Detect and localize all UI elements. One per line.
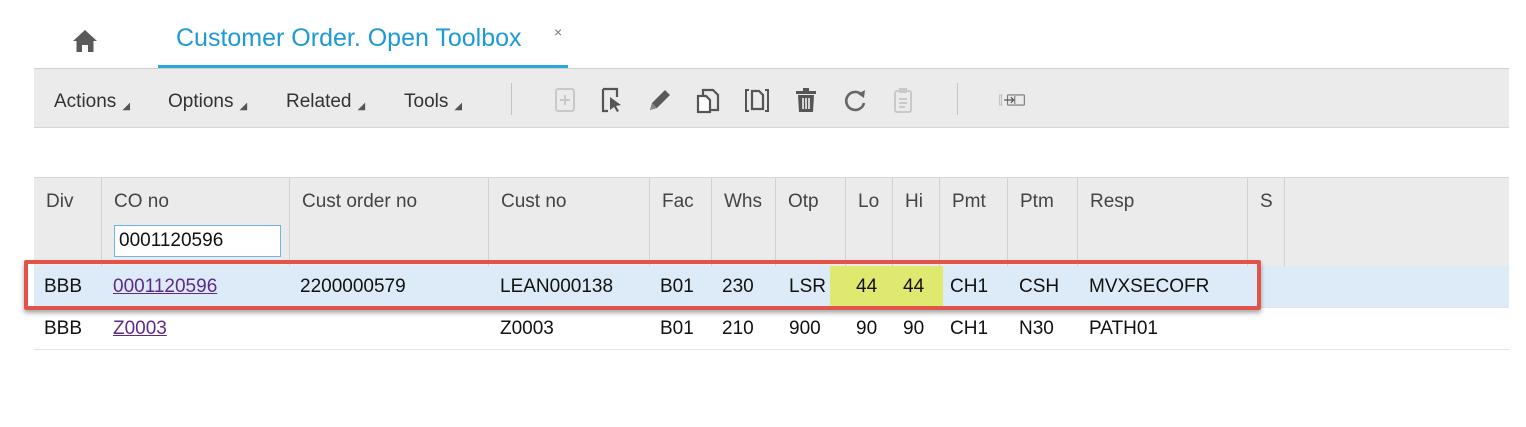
cell-whs: 210 (722, 318, 754, 339)
column-header-label: S (1260, 191, 1273, 212)
column-header-label: Div (46, 191, 74, 212)
cell-hi: 90 (903, 318, 925, 339)
tab-customer-order-open-toolbox[interactable]: Customer Order. Open Toolbox × (158, 0, 568, 68)
column-header-s[interactable]: S (1248, 178, 1285, 267)
caret-icon: ◢ (239, 101, 248, 112)
column-header-otp[interactable]: Otp (776, 178, 846, 267)
column-header-hi[interactable]: Hi (893, 178, 940, 267)
cell-resp: MVXSECOFR (1089, 276, 1210, 297)
cell-cust-order-no: 2200000579 (300, 276, 406, 297)
options-menu[interactable]: Options ◢ (168, 91, 247, 113)
notes-icon[interactable] (889, 86, 917, 114)
column-header-label: Otp (788, 191, 819, 212)
column-header-resp[interactable]: Resp (1078, 178, 1248, 267)
duplicate-icon[interactable] (743, 86, 771, 114)
cell-pmt: CH1 (950, 276, 989, 297)
results-grid: Div CO no Cust order no Cust no Fac Whs … (24, 177, 1509, 350)
actions-menu[interactable]: Actions ◢ (54, 91, 130, 113)
column-header-pmt[interactable]: Pmt (940, 178, 1008, 267)
cell-whs: 230 (722, 276, 754, 297)
table-row[interactable]: BBB 0001120596 2200000579 LEAN000138 B01… (24, 260, 1509, 310)
cell-fac: B01 (660, 276, 694, 297)
column-header-label: Cust no (501, 191, 567, 212)
grid-header: Div CO no Cust order no Cust no Fac Whs … (34, 177, 1509, 267)
tools-menu[interactable]: Tools ◢ (404, 91, 462, 113)
related-menu[interactable]: Related ◢ (286, 91, 365, 113)
column-header-cust-order-no[interactable]: Cust order no (290, 178, 489, 267)
column-header-label: Resp (1090, 191, 1135, 212)
cell-lo: 90 (856, 318, 878, 339)
tab-bar: Customer Order. Open Toolbox × (0, 0, 1526, 68)
related-menu-label: Related (286, 91, 352, 112)
column-header-label: Hi (905, 191, 923, 212)
export-icon[interactable] (998, 86, 1048, 114)
cell-lo: 44 (830, 266, 893, 308)
tab-close-icon[interactable]: × (554, 24, 562, 40)
cell-pmt: CH1 (950, 318, 989, 339)
column-header-lo[interactable]: Lo (846, 178, 893, 267)
column-header-whs[interactable]: Whs (712, 178, 776, 267)
copy-icon[interactable] (694, 86, 722, 114)
cell-hi: 44 (893, 266, 943, 308)
tab-label: Customer Order. Open Toolbox (176, 24, 522, 52)
cell-co-no-link[interactable]: 0001120596 (113, 266, 217, 308)
cell-otp: 900 (789, 318, 821, 339)
cell-cust-no: LEAN000138 (500, 276, 614, 297)
column-header-label: Cust order no (302, 191, 418, 212)
options-menu-label: Options (168, 91, 234, 112)
toolbar: Actions ◢ Options ◢ Related ◢ Tools ◢ (34, 68, 1509, 128)
edit-icon[interactable] (646, 86, 674, 114)
cell-otp: LSR (789, 276, 826, 297)
cell-div: BBB (44, 318, 83, 339)
refresh-icon[interactable] (841, 86, 869, 114)
co-no-filter-input[interactable] (114, 225, 281, 257)
column-header-label: Lo (858, 191, 880, 212)
column-header-fac[interactable]: Fac (650, 178, 712, 267)
tools-menu-label: Tools (404, 91, 449, 112)
cell-resp: PATH01 (1089, 318, 1158, 339)
cell-co-no-link[interactable]: Z0003 (113, 308, 167, 350)
toolbar-divider (957, 83, 958, 115)
column-header-div[interactable]: Div (34, 178, 102, 267)
cell-ptm: CSH (1019, 276, 1060, 297)
caret-icon: ◢ (454, 101, 463, 112)
table-row[interactable]: BBB Z0003 Z0003 B01 210 900 90 90 CH1 N3… (34, 308, 1509, 350)
actions-menu-label: Actions (54, 91, 117, 112)
select-icon[interactable] (597, 86, 625, 114)
new-icon[interactable] (551, 86, 579, 114)
column-header-label: Ptm (1020, 191, 1054, 212)
delete-icon[interactable] (792, 86, 820, 114)
column-header-ptm[interactable]: Ptm (1008, 178, 1078, 267)
cell-cust-no: Z0003 (500, 318, 554, 339)
column-header-label: Fac (662, 191, 694, 212)
column-header-cust-no[interactable]: Cust no (489, 178, 650, 267)
column-header-label: CO no (114, 191, 169, 212)
caret-icon: ◢ (357, 101, 366, 112)
column-header-label: Pmt (952, 191, 986, 212)
column-header-label: Whs (724, 191, 762, 212)
cell-fac: B01 (660, 318, 694, 339)
home-icon[interactable] (70, 27, 100, 55)
cell-div: BBB (44, 276, 83, 297)
toolbar-divider (511, 83, 512, 115)
cell-ptm: N30 (1019, 318, 1054, 339)
caret-icon: ◢ (122, 101, 131, 112)
